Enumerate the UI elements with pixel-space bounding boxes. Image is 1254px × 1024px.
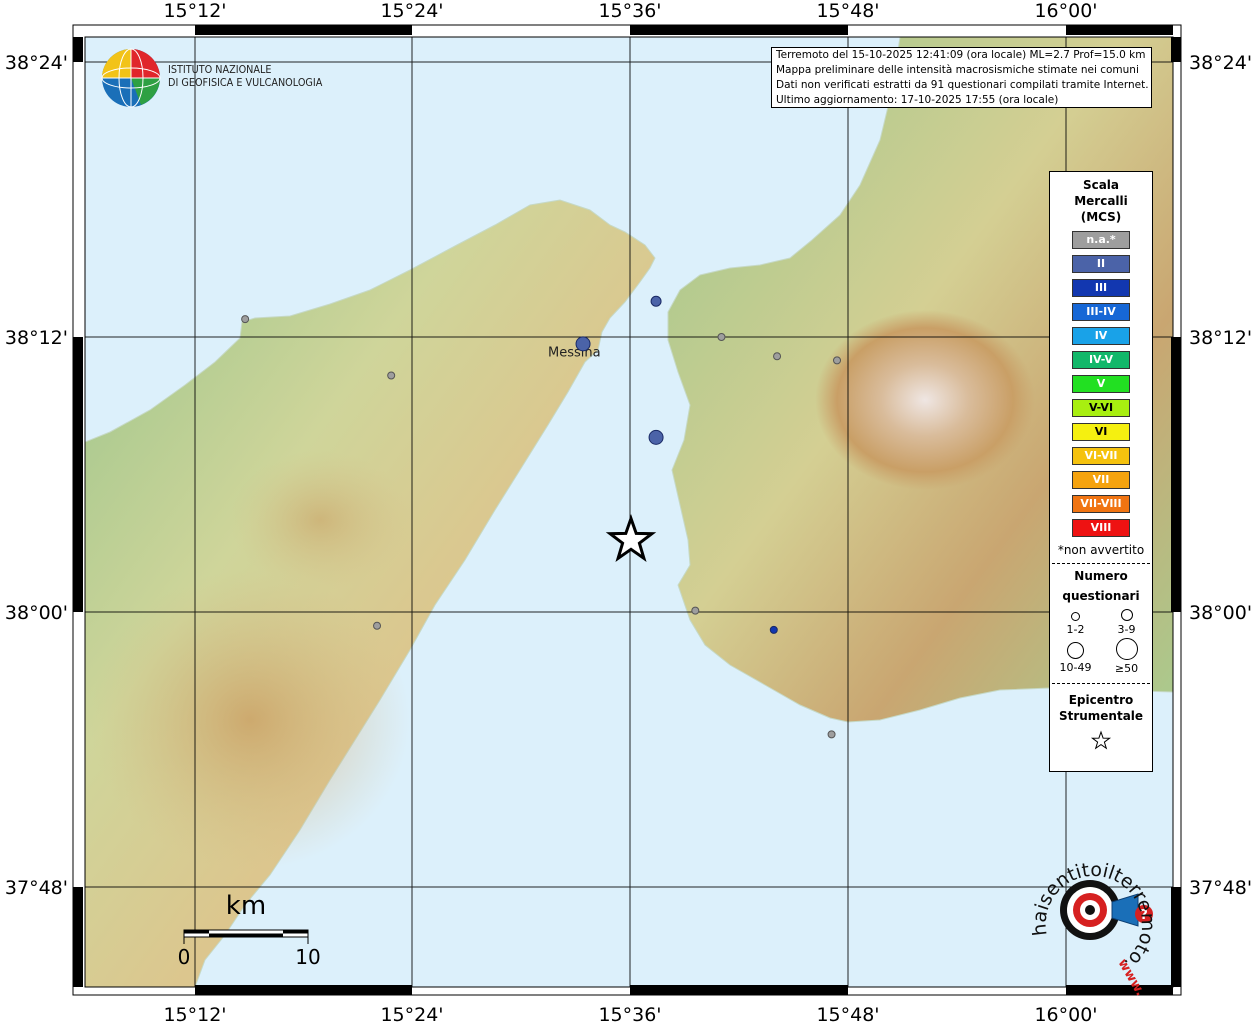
count-size-legend: 1-2 3-9 10-49 ≥50 — [1050, 608, 1152, 675]
lon-label: 16°00' — [1034, 0, 1097, 22]
observation-point — [373, 621, 382, 630]
lon-label: 15°36' — [598, 0, 661, 22]
lon-label: 15°12' — [163, 0, 226, 22]
lon-label: 15°12' — [163, 1004, 226, 1024]
circle-icon — [1071, 612, 1080, 621]
circle-icon — [1115, 638, 1138, 660]
scale-bar-max: 10 — [295, 945, 320, 969]
lon-label: 15°48' — [816, 0, 879, 22]
ingv-logo-text: ISTITUTO NAZIONALE DI GEOFISICA E VULCAN… — [168, 64, 322, 90]
places-layer: Messina — [548, 346, 601, 361]
legend-title: Scala Mercalli (MCS) — [1050, 177, 1152, 225]
observation-point — [387, 371, 396, 380]
epicenter-title-line: Epicentro — [1068, 693, 1134, 707]
mcs-scale-item: III — [1072, 279, 1130, 297]
mcs-scale-item: IV-V — [1072, 351, 1130, 369]
count-title-line: questionari — [1062, 589, 1140, 603]
mcs-legend: Scala Mercalli (MCS) n.a.* II III III-IV IV I… — [1049, 171, 1153, 772]
observation-point — [833, 356, 842, 365]
mcs-scale-item: V — [1072, 375, 1130, 393]
place-label: Messina — [548, 346, 601, 361]
count-size-label: 10-49 — [1059, 661, 1092, 674]
legend-title-line: Mercalli — [1074, 194, 1128, 208]
observation-point — [691, 606, 700, 615]
mcs-scale-item: IV — [1072, 327, 1130, 345]
longitude-labels-top: 15°12' 15°24' 15°36' 15°48' 16°00' — [163, 0, 1097, 22]
latitude-labels-right: 38°24' 38°12' 38°00' 37°48' — [1189, 52, 1252, 899]
legend-note: *non avvertito — [1057, 543, 1145, 557]
observation-point — [717, 333, 726, 341]
count-size-label: 3-9 — [1117, 623, 1136, 636]
lon-label: 15°48' — [816, 1004, 879, 1024]
count-size-item: 1-2 — [1050, 608, 1101, 636]
relief-sicily — [90, 570, 410, 870]
count-size-item: ≥50 — [1101, 638, 1152, 675]
logo-line: DI GEOFISICA E VULCANOLOGIA — [168, 77, 323, 89]
mcs-scale-item: VI-VII — [1072, 447, 1130, 465]
ingv-logo-icon — [101, 48, 161, 108]
event-info-line: Mappa preliminare delle intensità macros… — [776, 64, 1139, 76]
lon-label: 15°36' — [598, 1004, 661, 1024]
lon-label: 16°00' — [1034, 1004, 1097, 1024]
observation-point — [773, 352, 782, 361]
epicenter-title: Epicentro Strumentale — [1050, 692, 1152, 724]
mcs-scale-item: II — [1072, 255, 1130, 273]
lat-label: 38°12' — [1189, 327, 1252, 349]
scale-bar-min: 0 — [178, 945, 191, 969]
event-info-box: Terremoto del 15-10-2025 12:41:09 (ora l… — [771, 47, 1152, 108]
event-info-line: Dati non verificati estratti da 91 quest… — [776, 79, 1149, 91]
epicenter-title-line: Strumentale — [1058, 709, 1144, 723]
lat-label: 37°48' — [5, 877, 68, 899]
legend-separator — [1052, 683, 1150, 684]
observation-point — [650, 295, 662, 307]
mcs-scale-list: n.a.* II III III-IV IV IV-V V V-VI VI VI-VII VII VI… — [1050, 231, 1152, 537]
legend-title-line: Scala — [1082, 178, 1120, 192]
count-size-item: 10-49 — [1050, 638, 1101, 675]
lat-label: 38°00' — [1189, 602, 1252, 624]
lat-label: 38°24' — [5, 52, 68, 74]
latitude-labels-left: 38°24' 38°12' 38°00' 37°48' — [5, 52, 68, 899]
lat-label: 38°00' — [5, 602, 68, 624]
star-icon — [1090, 730, 1112, 750]
mcs-scale-item: VIII — [1072, 519, 1130, 537]
mcs-scale-item: V-VI — [1072, 399, 1130, 417]
lat-label: 38°24' — [1189, 52, 1252, 74]
relief-sicily-north — [230, 450, 410, 590]
observation-point — [241, 315, 250, 324]
lat-label: 38°12' — [5, 327, 68, 349]
event-info-line: Ultimo aggiornamento: 17-10-2025 17:55 (… — [776, 94, 1059, 106]
count-title: Numero questionari — [1050, 566, 1152, 606]
circle-icon — [1067, 642, 1084, 659]
mcs-scale-item: III-IV — [1072, 303, 1130, 321]
longitude-labels-bottom: 15°12' 15°24' 15°36' 15°48' 16°00' — [163, 1004, 1097, 1024]
observation-point — [648, 429, 664, 445]
event-info-line: Terremoto del 15-10-2025 12:41:09 (ora l… — [776, 49, 1146, 61]
count-size-label: 1-2 — [1066, 623, 1085, 636]
mcs-scale-item: n.a.* — [1072, 231, 1130, 249]
lon-label: 15°24' — [380, 0, 443, 22]
mcs-scale-item: VII-VIII — [1072, 495, 1130, 513]
observation-point — [575, 336, 591, 352]
legend-separator — [1052, 563, 1150, 564]
lat-label: 37°48' — [1189, 877, 1252, 899]
count-title-line: Numero — [1074, 569, 1128, 583]
count-size-item: 3-9 — [1101, 608, 1152, 636]
count-size-label: ≥50 — [1114, 662, 1139, 675]
mcs-scale-item: VII — [1072, 471, 1130, 489]
observation-point — [827, 730, 836, 739]
scale-bar-unit: km — [226, 891, 266, 921]
mcs-scale-item: VI — [1072, 423, 1130, 441]
logo-line: ISTITUTO NAZIONALE — [168, 64, 272, 76]
circle-icon — [1120, 609, 1133, 621]
observation-point — [769, 625, 778, 634]
lon-label: 15°24' — [380, 1004, 443, 1024]
legend-title-line: (MCS) — [1080, 210, 1122, 224]
